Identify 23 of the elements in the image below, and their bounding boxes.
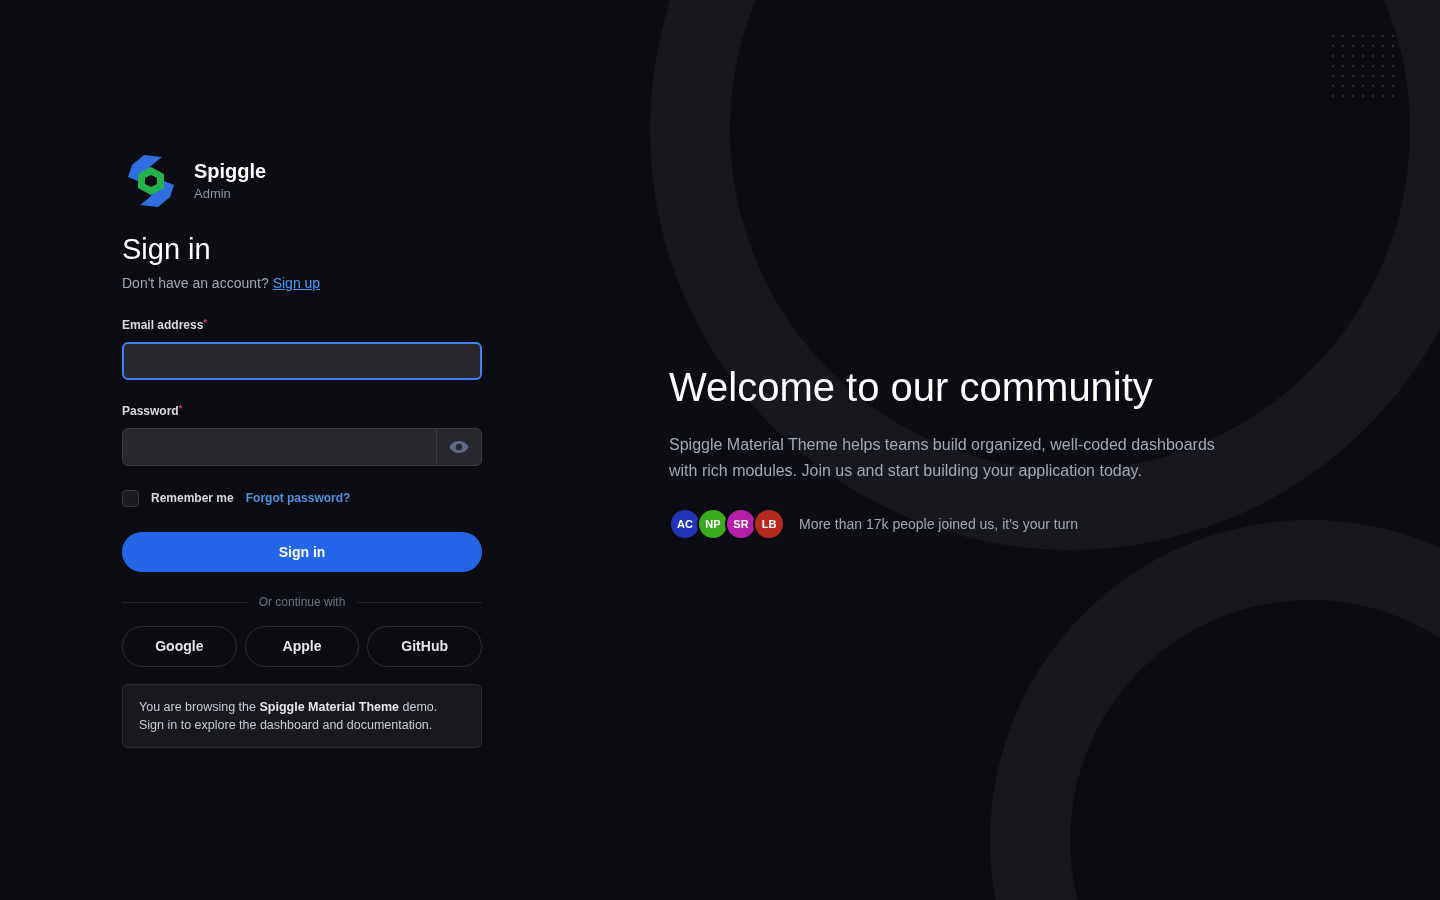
signup-link[interactable]: Sign up bbox=[272, 273, 321, 295]
avatar: AC bbox=[669, 508, 701, 540]
avatar: LB bbox=[753, 508, 785, 540]
forgot-password-link[interactable]: Forgot password? bbox=[245, 489, 351, 508]
remember-checkbox[interactable] bbox=[122, 489, 139, 507]
brand-subtitle: Admin bbox=[194, 184, 232, 203]
page-heading: Sign in bbox=[122, 232, 212, 267]
hero-body: Spiggle Material Theme helps teams build organized, well-coded dashboards with rich modules. Join us and start building your application today. bbox=[669, 435, 1216, 481]
remember-label: Remember me bbox=[151, 490, 234, 508]
community-caption: More than 17k people joined us, it's your turn bbox=[799, 514, 1078, 534]
field-label: Email address$^{*}$ bbox=[122, 316, 208, 335]
hero-title: Welcome to our community bbox=[669, 364, 1154, 411]
sign-in-button[interactable]: Sign in bbox=[122, 532, 482, 573]
brand-name: Spiggle bbox=[194, 158, 267, 184]
eye-icon[interactable] bbox=[449, 440, 469, 455]
notice-text: You are browsing the Spiggle Material Theme demo. Sign in to explore the dashboard and documentation. bbox=[139, 699, 439, 735]
input-field[interactable] bbox=[122, 428, 482, 467]
signup-prompt: Don't have an account? bbox=[122, 274, 269, 294]
input-field[interactable] bbox=[122, 342, 482, 381]
divider-text: Or continue with bbox=[258, 594, 346, 612]
avatar: SR bbox=[725, 508, 757, 540]
avatar: NP bbox=[697, 508, 729, 540]
field-label: Password$^{*}$ bbox=[122, 402, 184, 421]
